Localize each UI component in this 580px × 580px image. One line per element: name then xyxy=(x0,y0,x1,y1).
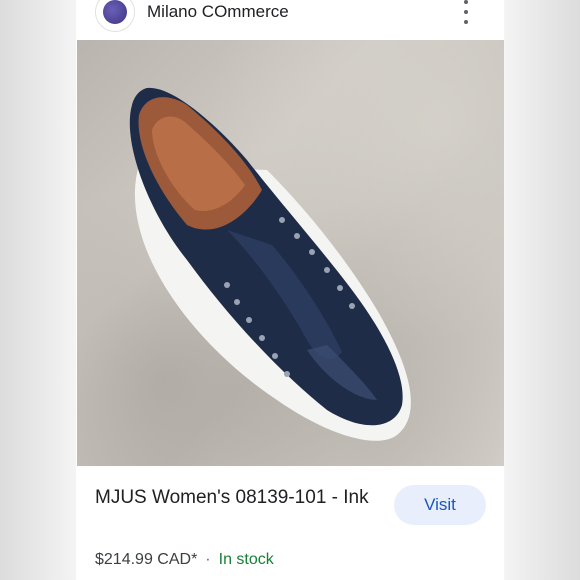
separator-dot: · xyxy=(205,551,211,568)
product-image[interactable] xyxy=(77,40,504,466)
product-price: $214.99 CAD* xyxy=(95,551,198,568)
store-header: Milano COmmerce xyxy=(77,0,504,40)
product-card: Milano COmmerce MJUS Women's 08139-101 -… xyxy=(77,0,504,580)
store-logo-icon[interactable] xyxy=(95,0,135,32)
shoe-illustration xyxy=(129,87,411,441)
visit-button[interactable]: Visit xyxy=(394,485,486,525)
price-availability-row: $214.99 CAD* · In stock xyxy=(95,550,274,570)
product-title[interactable]: MJUS Women's 08139-101 - Ink xyxy=(95,484,375,512)
more-vert-icon[interactable] xyxy=(456,0,476,24)
stock-status: In stock xyxy=(218,551,274,568)
store-name[interactable]: Milano COmmerce xyxy=(147,2,289,22)
